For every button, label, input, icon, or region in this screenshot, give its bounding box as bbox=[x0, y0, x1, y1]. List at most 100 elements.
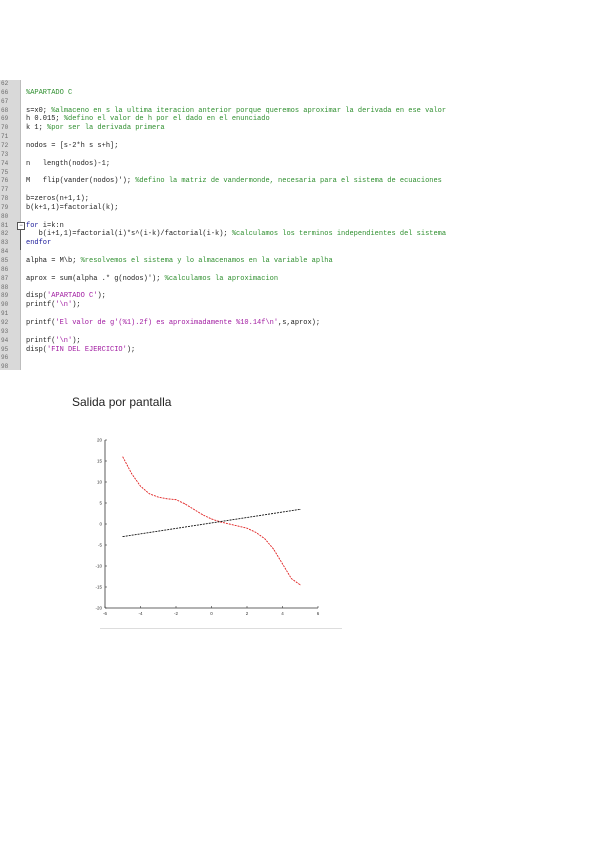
curve-point bbox=[175, 499, 177, 500]
code-line: 76 M flip(vander(nodos)'); %defino la mat… bbox=[0, 177, 600, 186]
code-line: 96 bbox=[0, 354, 600, 363]
code-text: alpha = M\b; %resolvemos el sistema y lo… bbox=[26, 257, 333, 266]
line-number: 76 bbox=[1, 177, 9, 185]
line-number: 66 bbox=[1, 88, 9, 96]
y-tick-label: -20 bbox=[95, 606, 102, 611]
code-string: 'El valor de g'(%1).2f) es aproximadamen… bbox=[55, 318, 279, 327]
line-number: 87 bbox=[1, 274, 9, 282]
code-line: 92 printf('El valor de g'(%1).2f) es apro… bbox=[0, 319, 600, 328]
line-number: 71 bbox=[1, 133, 9, 141]
code-line: 66 %APARTADO C bbox=[0, 89, 600, 98]
code-text: M flip(vander(nodos)'); %defino la matri… bbox=[26, 177, 442, 186]
code-comment: %calculamos los terminos independientes … bbox=[231, 230, 447, 239]
code-line: 89 disp('APARTADO C'); bbox=[0, 292, 600, 301]
code-token: aprox = sum(alpha .* g(nodos)'); bbox=[26, 274, 165, 283]
x-tick-label: -2 bbox=[174, 611, 178, 616]
line-number: 78 bbox=[1, 195, 9, 203]
code-token: s=x0; bbox=[26, 106, 52, 115]
code-line: 80 bbox=[0, 213, 600, 222]
curve-point bbox=[131, 473, 132, 474]
code-token: nodos = [s-2*h s s+h]; bbox=[26, 141, 119, 150]
code-line: 93 bbox=[0, 328, 600, 337]
code-line: 85 alpha = M\b; %resolvemos el sistema y … bbox=[0, 257, 600, 266]
code-token: b=zeros(n+1,1); bbox=[26, 195, 90, 204]
code-text: disp('FIN DEL EJERCICIO'); bbox=[26, 346, 135, 355]
code-line: 67 bbox=[0, 98, 600, 107]
code-text: b(i+1,1)=factorial(i)*s^(i-k)/factorial(… bbox=[26, 230, 447, 239]
code-line: 91 bbox=[0, 310, 600, 319]
curve-point bbox=[140, 485, 141, 487]
code-text: h 0.015; %defino el valor de h por el da… bbox=[26, 115, 270, 124]
code-line: 70 k 1; %por ser la derivada primera bbox=[0, 124, 600, 133]
code-comment: %resolvemos el sistema y lo almacenamos … bbox=[80, 257, 333, 265]
code-keyword: endfor bbox=[26, 239, 52, 248]
code-line: 79 b(k+1,1)=factorial(k); bbox=[0, 204, 600, 213]
y-tick-label: 10 bbox=[97, 480, 103, 485]
line-number: 83 bbox=[1, 239, 9, 247]
code-line: 86 bbox=[0, 266, 600, 275]
curve-point bbox=[246, 527, 248, 529]
code-line: 82 b(i+1,1)=factorial(i)*s^(i-k)/factori… bbox=[0, 230, 600, 239]
figure-divider bbox=[100, 628, 342, 629]
series-line bbox=[122, 508, 301, 538]
code-token: ); bbox=[97, 292, 106, 301]
line-point bbox=[299, 508, 301, 510]
code-keyword: for bbox=[26, 221, 39, 230]
fold-guide-line bbox=[20, 230, 21, 250]
code-token: b(i+1,1)=factorial(i)*s^(i-k)/factorial(… bbox=[26, 230, 232, 239]
code-text: disp('APARTADO C'); bbox=[26, 292, 106, 301]
y-tick-label: 15 bbox=[97, 459, 103, 464]
fold-toggle-icon[interactable]: − bbox=[17, 222, 25, 230]
line-number: 98 bbox=[1, 363, 9, 371]
code-listing: 62 66 %APARTADO C 67 68 s=x0; %almaceno en s … bbox=[0, 80, 600, 370]
code-token: ,s,aprox); bbox=[278, 318, 321, 327]
code-token: M flip(vander(nodos)'); bbox=[26, 177, 136, 186]
curve-point bbox=[202, 514, 203, 516]
curve-point bbox=[237, 525, 239, 527]
code-token: ); bbox=[126, 345, 136, 354]
line-number: 68 bbox=[1, 106, 9, 114]
line-number: 94 bbox=[1, 336, 9, 344]
code-text: n length(nodos)-1; bbox=[26, 160, 110, 169]
curve-point bbox=[255, 532, 257, 533]
code-text: nodos = [s-2*h s s+h]; bbox=[26, 142, 118, 151]
curve-point bbox=[273, 548, 274, 550]
line-number: 74 bbox=[1, 159, 9, 167]
code-token: b(k+1,1)=factorial(k); bbox=[26, 203, 119, 212]
code-line: 83 endfor bbox=[0, 239, 600, 248]
code-line: 78 b=zeros(n+1,1); bbox=[0, 195, 600, 204]
code-text: printf('\n'); bbox=[26, 301, 81, 310]
line-number: 86 bbox=[1, 265, 9, 273]
code-line: 62 bbox=[0, 80, 600, 89]
line-number: 67 bbox=[1, 97, 9, 105]
code-line: 71 bbox=[0, 133, 600, 142]
series-curve bbox=[122, 456, 301, 586]
code-line: 73 bbox=[0, 151, 600, 160]
curve-point bbox=[193, 508, 195, 510]
line-number: 70 bbox=[1, 124, 9, 132]
x-tick-label: 0 bbox=[210, 611, 213, 616]
line-number: 62 bbox=[1, 80, 9, 87]
line-number: 90 bbox=[1, 301, 9, 309]
code-comment: %defino la matriz de vandermonde, necesa… bbox=[135, 177, 442, 186]
code-string: '\n' bbox=[55, 336, 73, 345]
line-number: 84 bbox=[1, 248, 9, 256]
code-string: 'APARTADO C' bbox=[47, 292, 98, 301]
line-number: 93 bbox=[1, 327, 9, 335]
code-comment: %por ser la derivada primera bbox=[47, 124, 165, 133]
curve-point bbox=[228, 523, 230, 525]
line-number: 96 bbox=[1, 354, 9, 362]
line-number: 85 bbox=[1, 257, 9, 264]
line-number: 81 bbox=[1, 221, 9, 229]
code-token: k 1; bbox=[26, 124, 48, 133]
y-tick-label: -5 bbox=[98, 543, 102, 548]
curve-point bbox=[157, 496, 159, 498]
code-text: b=zeros(n+1,1); bbox=[26, 195, 89, 204]
code-token: h 0.015; bbox=[26, 115, 64, 124]
output-caption: Salida por pantalla bbox=[72, 395, 172, 409]
line-number: 77 bbox=[1, 186, 9, 194]
code-comment: %defino el valor de h por el dado en el … bbox=[63, 115, 270, 124]
code-line: 77 bbox=[0, 186, 600, 195]
code-token: printf( bbox=[26, 336, 56, 345]
curve-point bbox=[211, 518, 212, 520]
